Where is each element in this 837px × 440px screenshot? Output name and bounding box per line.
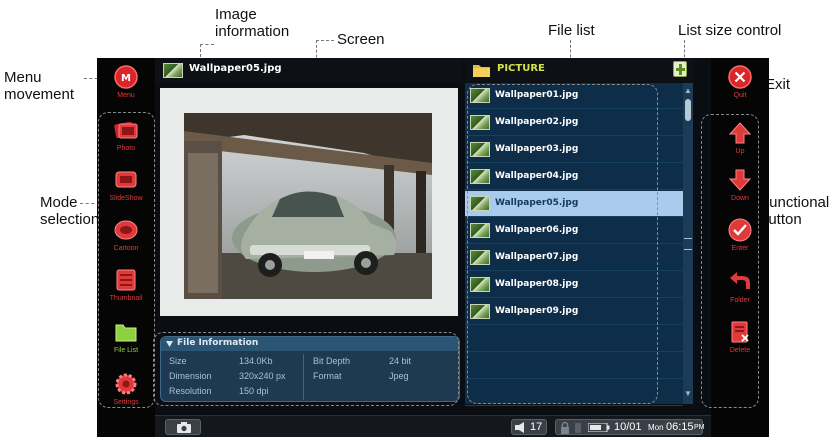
scroll-down-icon[interactable]: ▼ bbox=[683, 389, 693, 399]
battery-icon bbox=[588, 423, 610, 432]
folder-title-bar: PICTURE bbox=[465, 58, 693, 82]
functional-button-bracket bbox=[701, 114, 759, 408]
clock-time: 06:15 bbox=[666, 421, 694, 433]
file-list-bracket bbox=[467, 84, 658, 404]
speaker-icon bbox=[515, 422, 524, 433]
usb-icon bbox=[575, 423, 581, 433]
clock-day: Mon bbox=[648, 423, 664, 432]
volume-value: 17 bbox=[530, 421, 543, 433]
volume-indicator[interactable]: 17 bbox=[511, 419, 547, 435]
mode-selection-bracket bbox=[98, 112, 155, 408]
photo-preview bbox=[184, 113, 432, 299]
image-thumbnail-icon bbox=[163, 63, 183, 78]
clock-ampm: PM bbox=[694, 424, 705, 431]
menu-button[interactable]: M Menu bbox=[103, 62, 149, 108]
scroll-up-icon[interactable]: ▲ bbox=[683, 86, 693, 96]
camera-icon bbox=[177, 422, 191, 433]
quit-button[interactable]: Quit bbox=[717, 62, 763, 108]
leader-image-information-h bbox=[200, 44, 214, 45]
callout-screen: Screen bbox=[337, 31, 385, 48]
scroll-thumb[interactable] bbox=[685, 99, 691, 121]
image-title-bar: Wallpaper05.jpg bbox=[155, 58, 461, 82]
menu-label: Menu bbox=[117, 92, 135, 99]
list-size-control-button[interactable] bbox=[673, 61, 687, 77]
quit-label: Quit bbox=[733, 92, 747, 99]
callout-menu-movement: Menu movement bbox=[4, 69, 75, 103]
annotated-screen-diagram: Image information Screen File list List … bbox=[0, 0, 837, 440]
file-list-scrollbar[interactable]: ▲ ▼ bbox=[683, 83, 693, 404]
scroll-grip[interactable] bbox=[684, 238, 692, 250]
close-icon bbox=[728, 65, 752, 89]
callout-file-list: File list bbox=[548, 22, 595, 39]
svg-text:M: M bbox=[121, 73, 131, 84]
callout-mode-selection: Mode selection bbox=[40, 194, 100, 228]
leader-screen-h bbox=[316, 40, 334, 41]
callout-image-information: Image information bbox=[215, 6, 290, 40]
image-preview-screen bbox=[160, 88, 458, 316]
callout-list-size-control: List size control bbox=[678, 22, 782, 39]
callout-functional-button: Functional button bbox=[760, 194, 830, 228]
camera-button[interactable] bbox=[165, 419, 201, 435]
status-bar: 17 10/01 Mon 06:15 PM bbox=[155, 415, 711, 437]
list-size-icon bbox=[676, 64, 685, 75]
file-information-bracket bbox=[153, 332, 459, 406]
lock-icon bbox=[561, 421, 569, 434]
image-title: Wallpaper05.jpg bbox=[189, 63, 282, 74]
folder-icon bbox=[473, 65, 490, 77]
folder-title: PICTURE bbox=[497, 63, 545, 74]
clock-date: 10/01 bbox=[614, 421, 642, 433]
menu-icon: M bbox=[114, 65, 138, 89]
clock-indicator: 10/01 Mon 06:15 PM bbox=[555, 419, 705, 435]
